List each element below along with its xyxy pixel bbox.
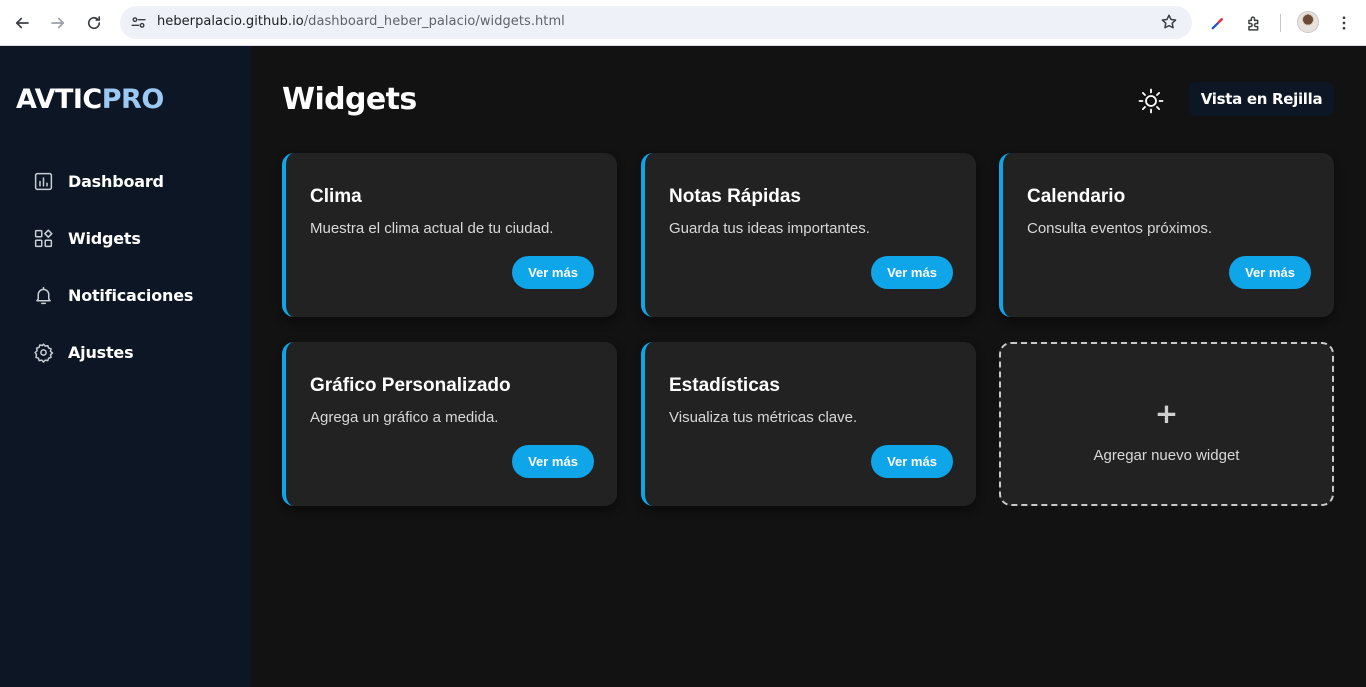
plus-icon: + (1154, 397, 1179, 430)
profile-avatar[interactable] (1297, 11, 1319, 33)
ver-mas-button[interactable]: Ver más (871, 445, 953, 478)
add-widget-card[interactable]: + Agregar nuevo widget (999, 342, 1334, 506)
card-title: Estadísticas (669, 375, 780, 396)
card-description: Guarda tus ideas importantes. (669, 220, 870, 237)
sidebar-item-label: Ajustes (68, 342, 134, 362)
ver-mas-button[interactable]: Ver más (871, 256, 953, 289)
bar-chart-icon (33, 171, 54, 192)
url-path: /dashboard_heber_palacio/widgets.html (303, 14, 565, 29)
bookmark-star-icon[interactable] (1160, 13, 1178, 31)
sidebar-item-widgets[interactable]: Widgets (33, 223, 141, 253)
sidebar-item-label: Notificaciones (68, 285, 194, 305)
sidebar-item-notificaciones[interactable]: Notificaciones (33, 280, 193, 310)
extensions-puzzle-icon[interactable] (1242, 11, 1266, 35)
gear-icon (33, 342, 54, 363)
card-description: Agrega un gráfico a medida. (310, 409, 499, 426)
ver-mas-button[interactable]: Ver más (512, 445, 594, 478)
sidebar-item-ajustes[interactable]: Ajustes (33, 337, 134, 367)
forward-arrow-icon[interactable] (46, 11, 70, 35)
widgets-grid-icon (33, 228, 54, 249)
url-host: heberpalacio.github.io (157, 14, 304, 29)
card-description: Muestra el clima actual de tu ciudad. (310, 220, 554, 237)
sidebar: AVTICPRO Dashboard Widgets Notificacione… (0, 46, 251, 687)
card-title: Calendario (1027, 186, 1126, 207)
card-description: Consulta eventos próximos. (1027, 220, 1213, 237)
sidebar-item-dashboard[interactable]: Dashboard (33, 166, 164, 196)
card-title: Notas Rápidas (669, 186, 801, 207)
card-description: Visualiza tus métricas clave. (669, 409, 858, 426)
widget-card-clima: Clima Muestra el clima actual de tu ciud… (282, 153, 617, 317)
logo[interactable]: AVTICPRO (16, 84, 164, 115)
card-title: Clima (310, 186, 362, 207)
browser-toolbar: heberpalacio.github.io/dashboard_heber_p… (0, 0, 1366, 46)
ver-mas-button[interactable]: Ver más (1229, 256, 1311, 289)
widget-card-calendario: Calendario Consulta eventos próximos. Ve… (999, 153, 1334, 317)
eyedropper-extension-icon[interactable] (1206, 11, 1230, 35)
sidebar-item-label: Dashboard (68, 171, 164, 191)
more-menu-icon[interactable] (1332, 11, 1356, 35)
sidebar-item-label: Widgets (68, 228, 141, 248)
logo-part-2: PRO (101, 84, 165, 115)
logo-part-1: AVTIC (16, 84, 102, 115)
site-info-icon[interactable] (130, 14, 147, 31)
bell-icon (33, 285, 54, 306)
sun-icon[interactable] (1137, 87, 1165, 115)
grid-view-button[interactable]: Vista en Rejilla (1189, 82, 1334, 116)
toolbar-divider (1280, 14, 1281, 32)
url-text[interactable]: heberpalacio.github.io/dashboard_heber_p… (157, 14, 565, 29)
add-widget-label: Agregar nuevo widget (1093, 447, 1240, 464)
address-bar[interactable]: heberpalacio.github.io/dashboard_heber_p… (120, 6, 1192, 39)
widget-card-notas-rapidas: Notas Rápidas Guarda tus ideas important… (641, 153, 976, 317)
widget-card-estadisticas: Estadísticas Visualiza tus métricas clav… (641, 342, 976, 506)
page-title: Widgets (282, 82, 417, 117)
widget-card-grafico-personalizado: Gráfico Personalizado Agrega un gráfico … (282, 342, 617, 506)
reload-icon[interactable] (82, 11, 106, 35)
ver-mas-button[interactable]: Ver más (512, 256, 594, 289)
main-content: Widgets Vista en Rejilla Clima Muestra e… (251, 46, 1366, 687)
card-title: Gráfico Personalizado (310, 375, 511, 396)
back-arrow-icon[interactable] (10, 11, 34, 35)
